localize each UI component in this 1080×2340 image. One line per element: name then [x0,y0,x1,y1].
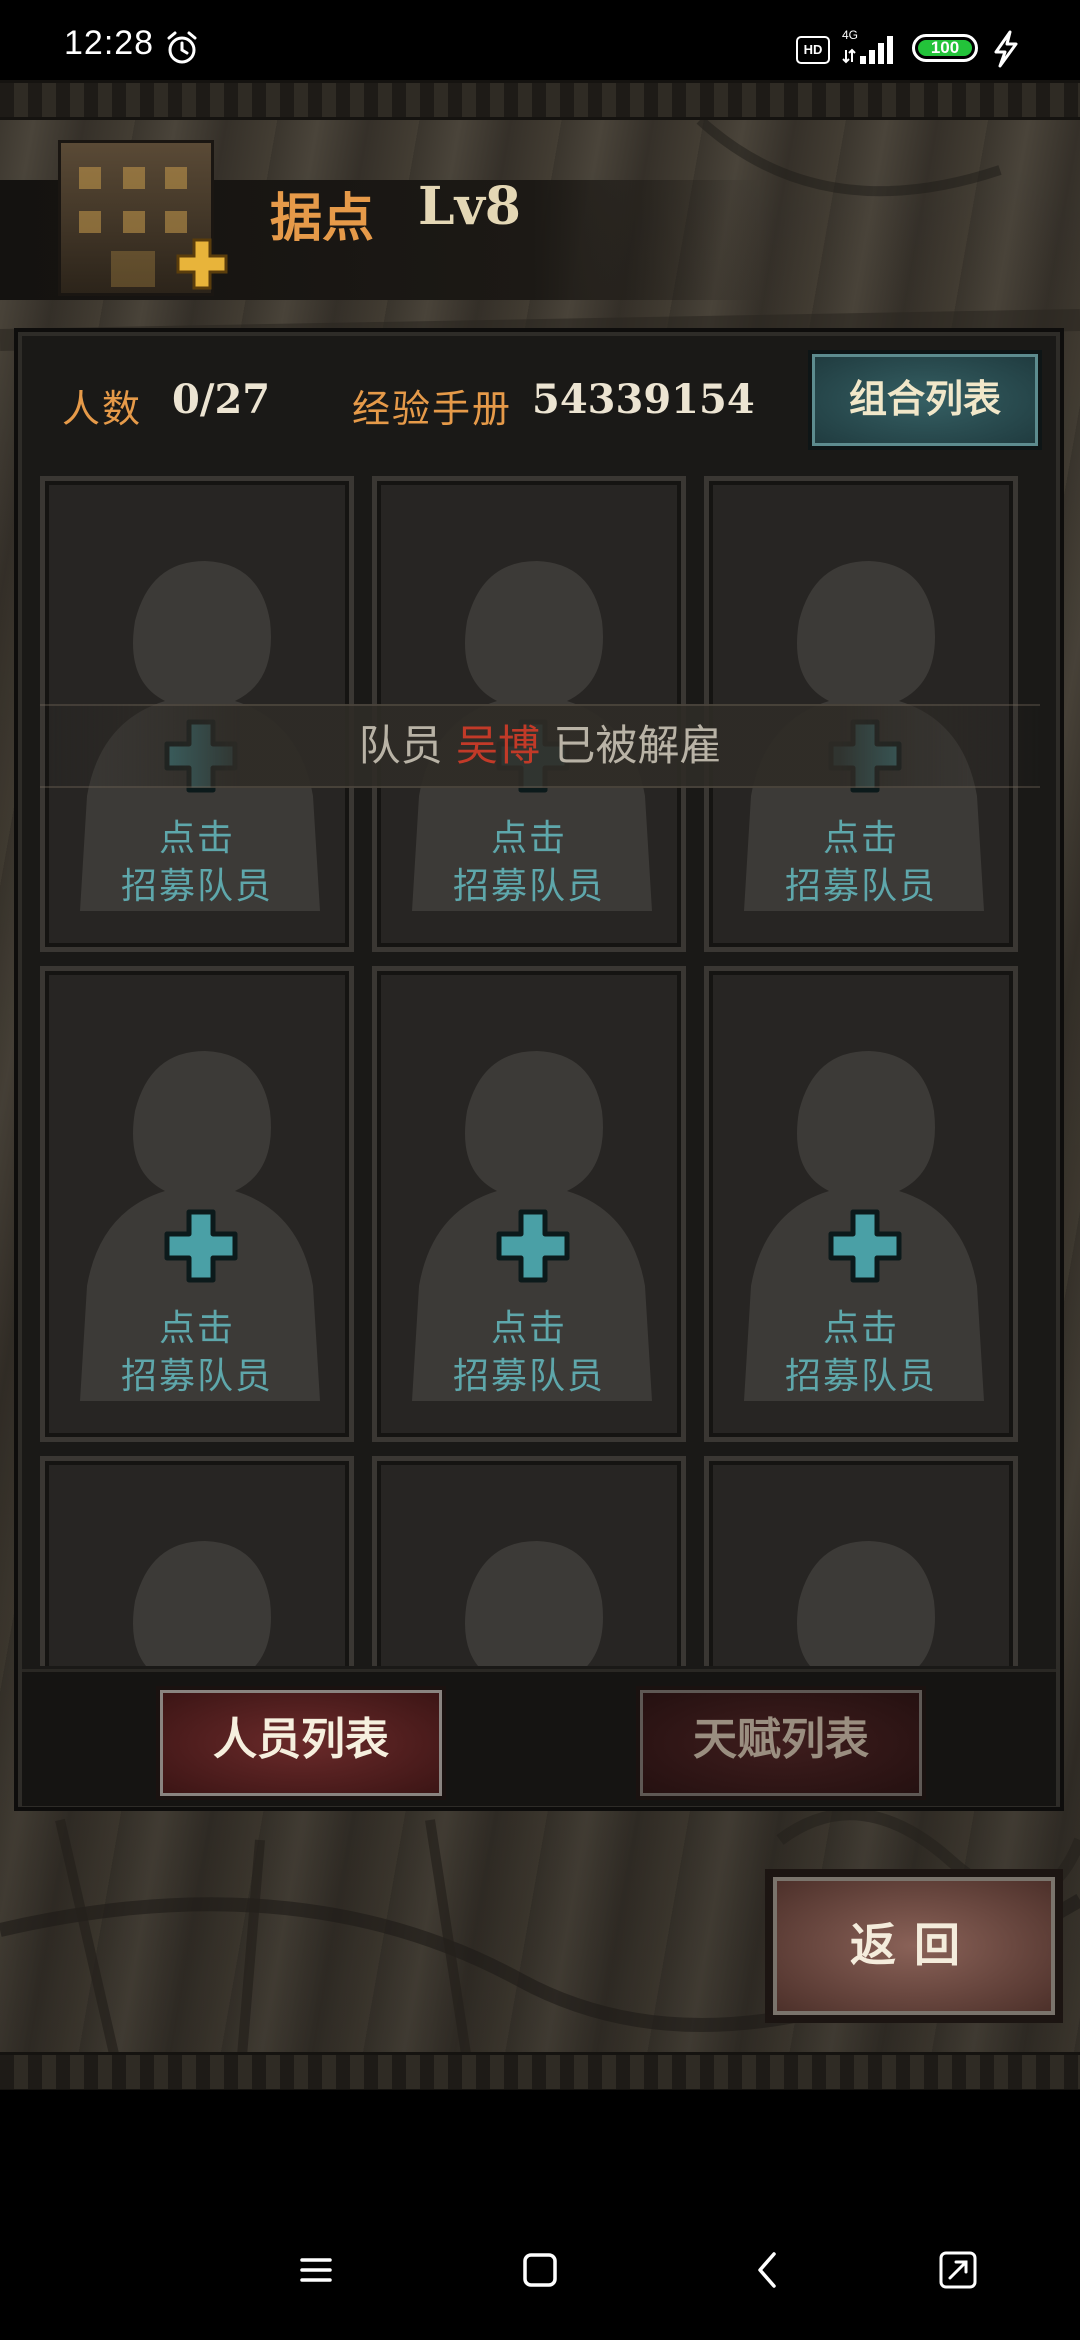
base-level: Lv8 [418,176,521,237]
system-nav-bar [0,2090,1080,2340]
add-member-icon[interactable] [495,1208,571,1284]
recruit-member-label: 招募队员 [120,866,273,907]
personnel-list-tab[interactable]: 人员列表 [156,1686,446,1800]
recruit-tap-label: 点击 [158,1308,235,1349]
member-silhouette-icon [133,1541,271,1666]
status-bar: 12:28 HD 4G 100 [0,0,1080,80]
hd-icon: HD [796,36,830,64]
base-panel: 人数 0/27 经验手册 54339154 组合列表 点击 招募队员 点击 招募… [18,332,1060,1807]
member-silhouette-icon [465,1541,603,1666]
page-title: 据点 [270,188,375,249]
menu-icon[interactable] [294,2248,338,2292]
back-button[interactable]: 返回 [768,1872,1060,2020]
recruit-slot[interactable]: 点击 招募队员 [372,966,686,1442]
game-screen: 据点 Lv8 人数 0/27 经验手册 54339154 组合列表 点击 招募队… [0,80,1080,2090]
decorative-border-bottom [0,2052,1080,2090]
upgrade-plus-icon[interactable] [176,238,228,290]
recruit-member-label: 招募队员 [784,866,937,907]
notice-prefix: 队员 [358,721,443,770]
members-label: 人数 [62,387,143,431]
recruit-tap-label: 点击 [822,818,899,859]
dismissal-notice: 队员 吴博 已被解雇 [40,704,1040,788]
screenshot-icon[interactable] [936,2248,980,2292]
battery-icon: 100 [912,34,978,62]
list-tabs-bar: 人员列表 天赋列表 [22,1669,1056,1806]
status-time: 12:28 [64,24,155,62]
member-slot-grid[interactable]: 点击 招募队员 点击 招募队员 点击 招募队员 点击 招募队员 点击 招募队员 … [40,476,1040,1666]
member-silhouette-icon [797,1541,935,1666]
add-member-icon[interactable] [163,1208,239,1284]
talent-list-tab[interactable]: 天赋列表 [636,1686,926,1800]
dismissed-member-name: 吴博 [455,721,540,770]
recruit-member-label: 招募队员 [452,866,605,907]
exp-manual-count: 54339154 [532,376,755,423]
recruit-member-label: 招募队员 [120,1356,273,1397]
recruit-slot[interactable] [704,1456,1018,1666]
recruit-tap-label: 点击 [490,818,567,859]
recruit-slot[interactable] [372,1456,686,1666]
alarm-icon [167,31,197,64]
notice-suffix: 已被解雇 [553,721,722,770]
battery-level: 100 [918,39,972,56]
back-icon[interactable] [746,2248,790,2292]
add-member-icon[interactable] [827,1208,903,1284]
home-icon[interactable] [518,2248,562,2292]
recruit-tap-label: 点击 [822,1308,899,1349]
recruit-slot[interactable]: 点击 招募队员 [704,966,1018,1442]
recruit-slot[interactable]: 点击 招募队员 [40,966,354,1442]
combo-list-button[interactable]: 组合列表 [808,350,1042,450]
recruit-tap-label: 点击 [158,818,235,859]
members-count: 0/27 [172,376,271,423]
recruit-member-label: 招募队员 [452,1356,605,1397]
decorative-border-top [0,80,1080,120]
charging-icon [994,30,1018,68]
recruit-slot[interactable] [40,1456,354,1666]
recruit-tap-label: 点击 [490,1308,567,1349]
signal-icon: 4G [842,28,898,68]
recruit-member-label: 招募队员 [784,1356,937,1397]
exp-manual-label: 经验手册 [352,387,513,431]
